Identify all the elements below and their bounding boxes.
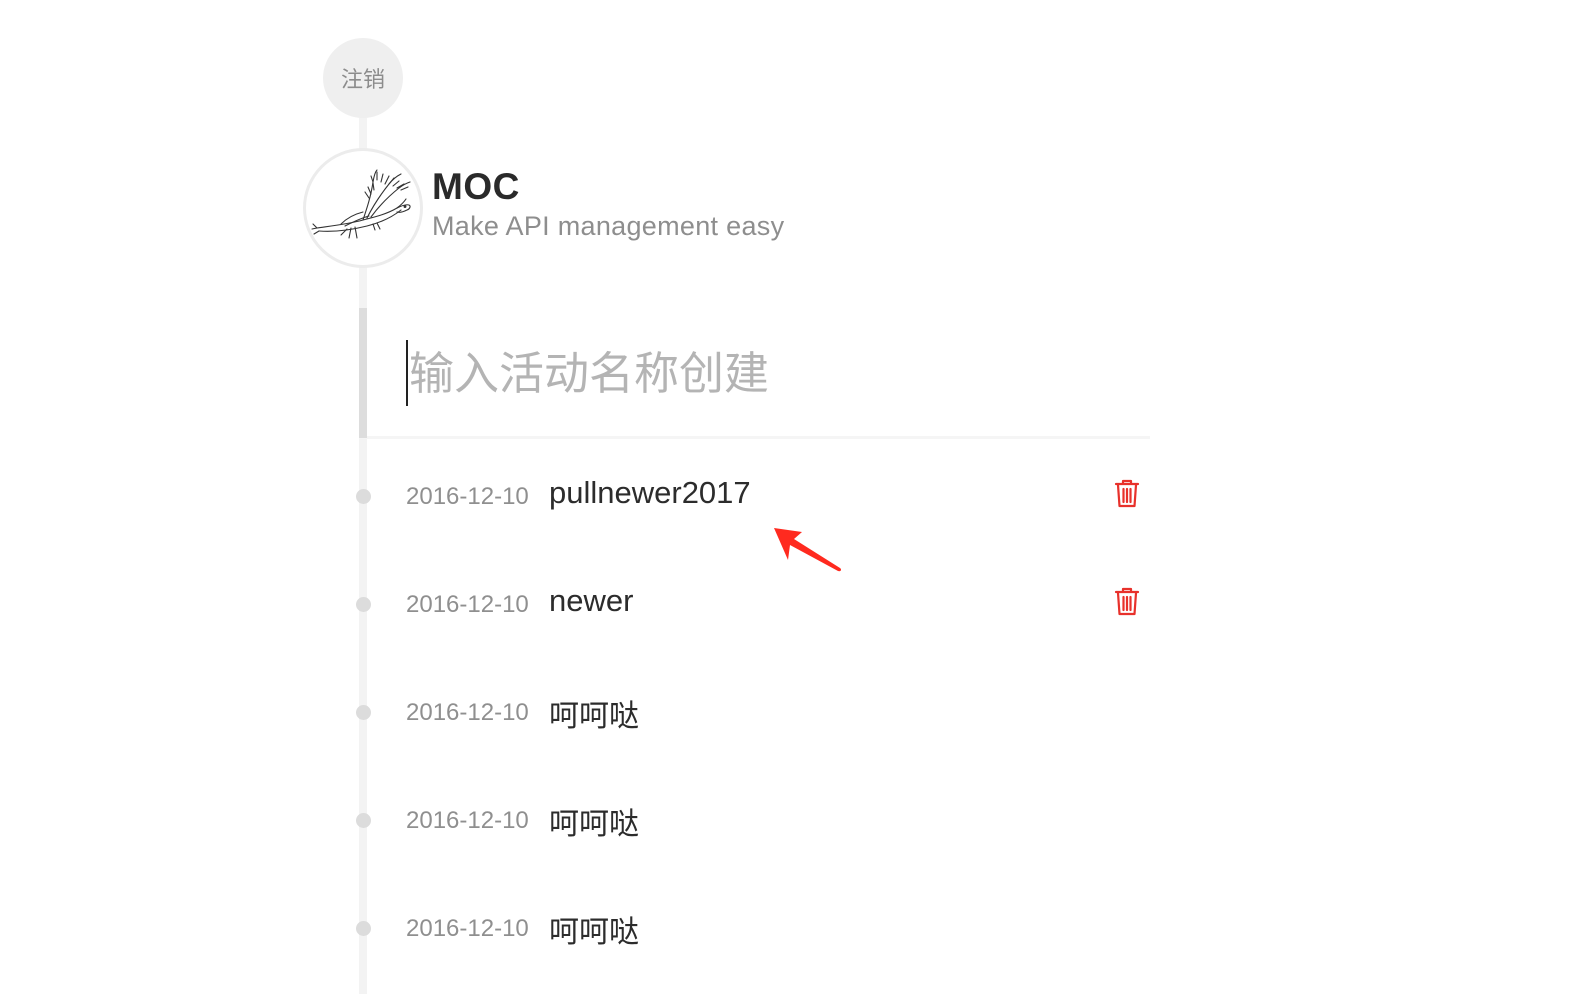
app-title: MOC — [432, 166, 520, 207]
logout-button[interactable]: 注销 — [323, 38, 403, 118]
annotation-arrow-icon — [774, 528, 842, 572]
list-item: 2016-12-10 newer — [354, 575, 1154, 635]
avatar — [303, 148, 423, 268]
activity-date: 2016-12-10 — [406, 915, 529, 942]
activity-name[interactable]: 呵呵哒 — [549, 799, 639, 843]
activity-date: 2016-12-10 — [406, 807, 529, 834]
timeline-dot — [356, 921, 371, 936]
timeline-dot — [356, 597, 371, 612]
activity-name[interactable]: 呵呵哒 — [549, 907, 639, 951]
timeline-dot — [356, 705, 371, 720]
activity-name[interactable]: newer — [549, 583, 633, 619]
list-item: 2016-12-10 呵呵哒 — [354, 791, 1154, 851]
page: 注销 MOC Make API management easy 输入活动名称创建… — [0, 0, 1570, 994]
activity-date: 2016-12-10 — [406, 591, 529, 618]
create-activity-block — [359, 308, 1150, 439]
app-subtitle: Make API management easy — [432, 211, 785, 241]
timeline-dot — [356, 489, 371, 504]
create-activity-input[interactable] — [403, 338, 1109, 408]
create-input-accent-bar — [359, 308, 367, 438]
list-item: 2016-12-10 呵呵哒 — [354, 683, 1154, 743]
trash-icon[interactable] — [1114, 587, 1140, 617]
trash-icon[interactable] — [1114, 479, 1140, 509]
activity-date: 2016-12-10 — [406, 699, 529, 726]
timeline-dot — [356, 813, 371, 828]
list-item: 2016-12-10 pullnewer2017 — [354, 467, 1154, 527]
bird-logo-icon — [311, 169, 411, 239]
activity-date: 2016-12-10 — [406, 483, 529, 510]
activity-name[interactable]: pullnewer2017 — [549, 475, 751, 511]
activity-name[interactable]: 呵呵哒 — [549, 691, 639, 735]
list-item: 2016-12-10 呵呵哒 — [354, 899, 1154, 959]
text-caret — [406, 340, 408, 406]
logout-label: 注销 — [340, 68, 385, 93]
